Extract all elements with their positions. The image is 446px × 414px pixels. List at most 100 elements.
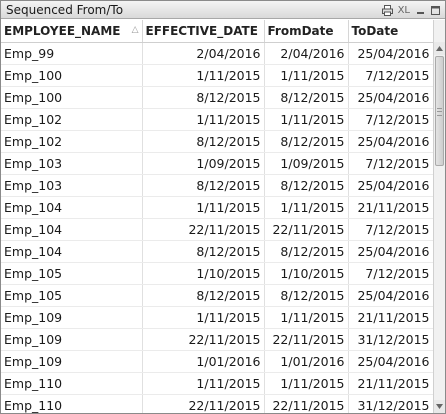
- cell-from-date[interactable]: 1/11/2015: [264, 108, 349, 131]
- cell-employee-name[interactable]: Emp_104: [1, 218, 143, 241]
- table-row[interactable]: Emp_109 22/11/2015 22/11/2015 31/12/2015: [1, 328, 433, 351]
- table-row[interactable]: Emp_109 1/01/2016 1/01/2016 25/04/2016: [1, 350, 433, 373]
- cell-from-date[interactable]: 8/12/2015: [264, 86, 349, 109]
- cell-employee-name[interactable]: Emp_109: [1, 350, 143, 373]
- cell-from-date[interactable]: 8/12/2015: [264, 240, 349, 263]
- cell-effective-date[interactable]: 1/10/2015: [142, 262, 265, 285]
- cell-from-date[interactable]: 1/11/2015: [264, 372, 349, 395]
- table-row[interactable]: Emp_104 8/12/2015 8/12/2015 25/04/2016: [1, 240, 433, 263]
- cell-from-date[interactable]: 8/12/2015: [264, 284, 349, 307]
- cell-from-date[interactable]: 1/09/2015: [264, 152, 349, 175]
- window-caption[interactable]: Sequenced From/To XL: [1, 1, 445, 19]
- cell-to-date[interactable]: 21/11/2015: [348, 372, 433, 395]
- table-row[interactable]: Emp_110 22/11/2015 22/11/2015 31/12/2015: [1, 394, 433, 413]
- cell-from-date[interactable]: 8/12/2015: [264, 174, 349, 197]
- scrollbar-thumb[interactable]: [435, 56, 444, 166]
- table-row[interactable]: Emp_102 8/12/2015 8/12/2015 25/04/2016: [1, 130, 433, 153]
- table-row[interactable]: Emp_105 8/12/2015 8/12/2015 25/04/2016: [1, 284, 433, 307]
- cell-effective-date[interactable]: 2/04/2016: [142, 42, 265, 65]
- table-row[interactable]: Emp_103 8/12/2015 8/12/2015 25/04/2016: [1, 174, 433, 197]
- cell-effective-date[interactable]: 1/01/2016: [142, 350, 265, 373]
- cell-employee-name[interactable]: Emp_103: [1, 152, 143, 175]
- cell-effective-date[interactable]: 8/12/2015: [142, 284, 265, 307]
- minimize-icon[interactable]: [414, 3, 426, 17]
- cell-to-date[interactable]: 21/11/2015: [348, 306, 433, 329]
- column-header-employee-name[interactable]: EMPLOYEE_NAME △: [1, 20, 143, 43]
- cell-from-date[interactable]: 8/12/2015: [264, 130, 349, 153]
- cell-effective-date[interactable]: 1/11/2015: [142, 64, 265, 87]
- cell-to-date[interactable]: 25/04/2016: [348, 130, 433, 153]
- cell-employee-name[interactable]: Emp_105: [1, 284, 143, 307]
- cell-to-date[interactable]: 25/04/2016: [348, 240, 433, 263]
- cell-employee-name[interactable]: Emp_99: [1, 42, 143, 65]
- table-row[interactable]: Emp_100 8/12/2015 8/12/2015 25/04/2016: [1, 86, 433, 109]
- cell-from-date[interactable]: 1/11/2015: [264, 196, 349, 219]
- cell-to-date[interactable]: 7/12/2015: [348, 218, 433, 241]
- cell-to-date[interactable]: 25/04/2016: [348, 174, 433, 197]
- cell-to-date[interactable]: 25/04/2016: [348, 284, 433, 307]
- table-row[interactable]: Emp_104 1/11/2015 1/11/2015 21/11/2015: [1, 196, 433, 219]
- cell-employee-name[interactable]: Emp_104: [1, 196, 143, 219]
- table-row[interactable]: Emp_99 2/04/2016 2/04/2016 25/04/2016: [1, 42, 433, 65]
- cell-employee-name[interactable]: Emp_105: [1, 262, 143, 285]
- table-row[interactable]: Emp_110 1/11/2015 1/11/2015 21/11/2015: [1, 372, 433, 395]
- cell-to-date[interactable]: 25/04/2016: [348, 86, 433, 109]
- scroll-down-icon[interactable]: [434, 400, 445, 413]
- cell-to-date[interactable]: 31/12/2015: [348, 394, 433, 413]
- cell-from-date[interactable]: 1/11/2015: [264, 306, 349, 329]
- cell-effective-date[interactable]: 8/12/2015: [142, 130, 265, 153]
- column-header-effective-date[interactable]: EFFECTIVE_DATE: [142, 20, 265, 43]
- cell-to-date[interactable]: 7/12/2015: [348, 108, 433, 131]
- table-row[interactable]: Emp_103 1/09/2015 1/09/2015 7/12/2015: [1, 152, 433, 175]
- cell-employee-name[interactable]: Emp_104: [1, 240, 143, 263]
- print-icon[interactable]: [382, 3, 394, 17]
- cell-employee-name[interactable]: Emp_100: [1, 86, 143, 109]
- cell-employee-name[interactable]: Emp_102: [1, 108, 143, 131]
- cell-effective-date[interactable]: 22/11/2015: [142, 328, 265, 351]
- cell-employee-name[interactable]: Emp_102: [1, 130, 143, 153]
- maximize-icon[interactable]: [429, 3, 441, 17]
- cell-effective-date[interactable]: 8/12/2015: [142, 174, 265, 197]
- cell-employee-name[interactable]: Emp_103: [1, 174, 143, 197]
- cell-effective-date[interactable]: 8/12/2015: [142, 240, 265, 263]
- cell-to-date[interactable]: 21/11/2015: [348, 196, 433, 219]
- table-row[interactable]: Emp_102 1/11/2015 1/11/2015 7/12/2015: [1, 108, 433, 131]
- table-row[interactable]: Emp_105 1/10/2015 1/10/2015 7/12/2015: [1, 262, 433, 285]
- vertical-scrollbar[interactable]: [433, 20, 445, 413]
- cell-employee-name[interactable]: Emp_109: [1, 328, 143, 351]
- cell-effective-date[interactable]: 1/09/2015: [142, 152, 265, 175]
- cell-from-date[interactable]: 2/04/2016: [264, 42, 349, 65]
- cell-effective-date[interactable]: 8/12/2015: [142, 86, 265, 109]
- table-row[interactable]: Emp_109 1/11/2015 1/11/2015 21/11/2015: [1, 306, 433, 329]
- cell-from-date[interactable]: 22/11/2015: [264, 218, 349, 241]
- cell-effective-date[interactable]: 22/11/2015: [142, 394, 265, 413]
- cell-effective-date[interactable]: 22/11/2015: [142, 218, 265, 241]
- cell-from-date[interactable]: 22/11/2015: [264, 328, 349, 351]
- cell-to-date[interactable]: 7/12/2015: [348, 262, 433, 285]
- cell-to-date[interactable]: 25/04/2016: [348, 350, 433, 373]
- cell-effective-date[interactable]: 1/11/2015: [142, 108, 265, 131]
- cell-from-date[interactable]: 1/10/2015: [264, 262, 349, 285]
- cell-employee-name[interactable]: Emp_100: [1, 64, 143, 87]
- xl-export-button[interactable]: XL: [397, 3, 411, 17]
- window-title: Sequenced From/To: [6, 3, 124, 17]
- cell-employee-name[interactable]: Emp_109: [1, 306, 143, 329]
- cell-effective-date[interactable]: 1/11/2015: [142, 306, 265, 329]
- cell-from-date[interactable]: 22/11/2015: [264, 394, 349, 413]
- cell-from-date[interactable]: 1/11/2015: [264, 64, 349, 87]
- cell-employee-name[interactable]: Emp_110: [1, 372, 143, 395]
- cell-effective-date[interactable]: 1/11/2015: [142, 196, 265, 219]
- cell-effective-date[interactable]: 1/11/2015: [142, 372, 265, 395]
- cell-employee-name[interactable]: Emp_110: [1, 394, 143, 413]
- scroll-up-icon[interactable]: [434, 42, 445, 55]
- table-row[interactable]: Emp_104 22/11/2015 22/11/2015 7/12/2015: [1, 218, 433, 241]
- cell-to-date[interactable]: 7/12/2015: [348, 152, 433, 175]
- column-header-to-date[interactable]: ToDate: [348, 20, 433, 43]
- cell-to-date[interactable]: 25/04/2016: [348, 42, 433, 65]
- table-row[interactable]: Emp_100 1/11/2015 1/11/2015 7/12/2015: [1, 64, 433, 87]
- cell-to-date[interactable]: 7/12/2015: [348, 64, 433, 87]
- cell-to-date[interactable]: 31/12/2015: [348, 328, 433, 351]
- cell-from-date[interactable]: 1/01/2016: [264, 350, 349, 373]
- column-header-from-date[interactable]: FromDate: [264, 20, 349, 43]
- sort-indicator-icon: △: [131, 25, 139, 35]
